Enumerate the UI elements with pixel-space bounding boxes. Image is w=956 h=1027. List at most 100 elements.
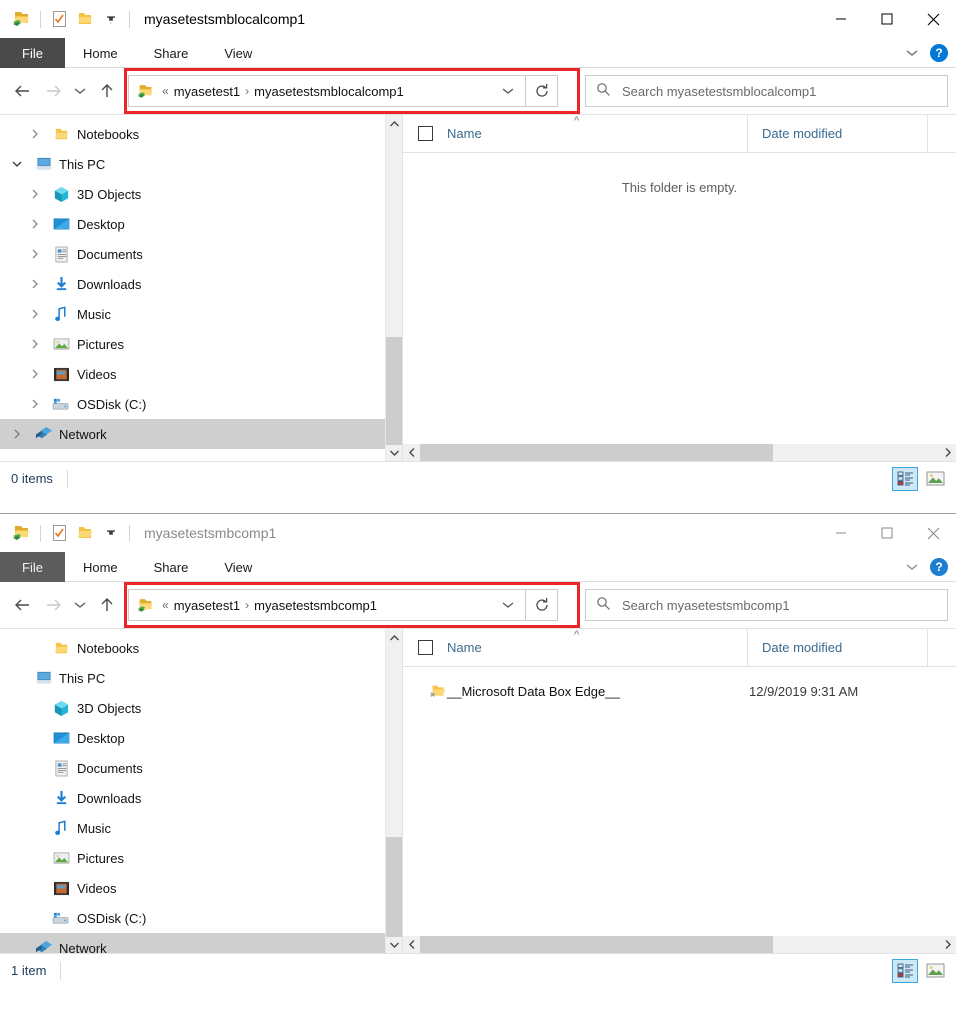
- sidebar-item-this-pc[interactable]: This PC: [0, 663, 402, 693]
- scroll-up-icon[interactable]: [386, 115, 402, 132]
- table-row[interactable]: __Microsoft Data Box Edge__ 12/9/2019 9:…: [403, 677, 956, 705]
- tab-share[interactable]: Share: [136, 38, 207, 68]
- hscroll-thumb[interactable]: [420, 444, 773, 461]
- breadcrumb-overflow[interactable]: «: [157, 84, 174, 98]
- breadcrumb-item-1[interactable]: myasetestsmbcomp1: [254, 598, 377, 613]
- sidebar-item-3d-objects[interactable]: 3D Objects: [0, 693, 402, 723]
- scroll-right-icon[interactable]: [939, 447, 956, 458]
- hscroll-track[interactable]: [420, 444, 939, 461]
- address-dropdown-icon[interactable]: [495, 600, 521, 610]
- sidebar-item-videos[interactable]: Videos: [0, 359, 402, 389]
- recent-locations-chevron-icon[interactable]: [68, 75, 92, 107]
- close-icon[interactable]: [910, 514, 956, 552]
- refresh-icon[interactable]: [526, 75, 558, 107]
- sidebar-item-downloads[interactable]: Downloads: [0, 269, 402, 299]
- chevron-right-icon[interactable]: [22, 128, 48, 140]
- forward-arrow-icon[interactable]: [38, 589, 68, 621]
- scroll-left-icon[interactable]: [403, 447, 420, 458]
- search-box[interactable]: Search myasetestsmbcomp1: [585, 589, 948, 621]
- back-arrow-icon[interactable]: [8, 75, 38, 107]
- new-folder-icon[interactable]: [72, 521, 98, 545]
- details-view-icon[interactable]: [892, 466, 918, 491]
- tab-file[interactable]: File: [0, 38, 65, 68]
- column-header-date-modified[interactable]: Date modified: [747, 628, 927, 667]
- chevron-right-icon[interactable]: [22, 308, 48, 320]
- file-list-horizontal-scrollbar[interactable]: [403, 444, 956, 461]
- minimize-icon[interactable]: [818, 0, 864, 38]
- help-button[interactable]: ?: [930, 44, 948, 62]
- minimize-icon[interactable]: [818, 514, 864, 552]
- tab-home[interactable]: Home: [65, 38, 136, 68]
- tab-share[interactable]: Share: [136, 552, 207, 582]
- scrollbar-thumb[interactable]: [386, 837, 402, 937]
- sidebar-item-network[interactable]: Network: [0, 419, 402, 449]
- properties-checkbox-icon[interactable]: [46, 521, 72, 545]
- tab-view[interactable]: View: [206, 38, 270, 68]
- breadcrumb-item-0[interactable]: myasetest1: [174, 598, 240, 613]
- tab-home[interactable]: Home: [65, 552, 136, 582]
- chevron-down-icon[interactable]: [904, 46, 920, 61]
- details-view-icon[interactable]: [892, 958, 918, 983]
- close-icon[interactable]: [910, 0, 956, 38]
- sidebar-item-notebooks[interactable]: Notebooks: [0, 119, 402, 149]
- search-box[interactable]: Search myasetestsmblocalcomp1: [585, 75, 948, 107]
- breadcrumb-separator-0[interactable]: ›: [240, 84, 254, 98]
- sidebar-item-music[interactable]: Music: [0, 299, 402, 329]
- chevron-right-icon[interactable]: [22, 278, 48, 290]
- network-folder-icon[interactable]: [9, 521, 35, 545]
- column-header-date-modified[interactable]: Date modified: [747, 114, 927, 153]
- chevron-right-icon[interactable]: [22, 368, 48, 380]
- address-bar[interactable]: « myasetest1 › myasetestsmblocalcomp1: [128, 75, 526, 107]
- maximize-icon[interactable]: [864, 514, 910, 552]
- scrollbar-thumb[interactable]: [386, 337, 402, 445]
- sidebar-item-documents[interactable]: Documents: [0, 239, 402, 269]
- customize-qat-dropdown-icon[interactable]: [98, 521, 124, 545]
- tab-view[interactable]: View: [206, 552, 270, 582]
- chevron-right-icon[interactable]: [22, 338, 48, 350]
- breadcrumb-overflow[interactable]: «: [157, 598, 174, 612]
- select-all-checkbox[interactable]: [403, 126, 447, 141]
- up-arrow-icon[interactable]: [92, 589, 122, 621]
- address-dropdown-icon[interactable]: [495, 86, 521, 96]
- scroll-right-icon[interactable]: [939, 939, 956, 950]
- customize-qat-dropdown-icon[interactable]: [98, 7, 124, 31]
- column-header-name[interactable]: Name: [447, 115, 747, 153]
- chevron-down-icon[interactable]: [904, 560, 920, 575]
- properties-checkbox-icon[interactable]: [46, 7, 72, 31]
- hscroll-track[interactable]: [420, 936, 939, 953]
- sidebar-item-desktop[interactable]: Desktop: [0, 209, 402, 239]
- select-all-checkbox[interactable]: [403, 640, 447, 655]
- sidebar-item-osdisk[interactable]: OSDisk (C:): [0, 903, 402, 933]
- sidebar-item-notebooks[interactable]: Notebooks: [0, 633, 402, 663]
- scroll-left-icon[interactable]: [403, 939, 420, 950]
- network-folder-icon[interactable]: [9, 7, 35, 31]
- back-arrow-icon[interactable]: [8, 589, 38, 621]
- navpane-vertical-scrollbar[interactable]: [385, 115, 402, 461]
- help-button[interactable]: ?: [930, 558, 948, 576]
- maximize-icon[interactable]: [864, 0, 910, 38]
- navpane-vertical-scrollbar[interactable]: [385, 629, 402, 953]
- forward-arrow-icon[interactable]: [38, 75, 68, 107]
- breadcrumb-item-1[interactable]: myasetestsmblocalcomp1: [254, 84, 404, 99]
- recent-locations-chevron-icon[interactable]: [68, 589, 92, 621]
- file-list-horizontal-scrollbar[interactable]: [403, 936, 956, 953]
- sidebar-item-3d-objects[interactable]: 3D Objects: [0, 179, 402, 209]
- sidebar-item-desktop[interactable]: Desktop: [0, 723, 402, 753]
- chevron-right-icon[interactable]: [22, 398, 48, 410]
- tab-file[interactable]: File: [0, 552, 65, 582]
- refresh-icon[interactable]: [526, 589, 558, 621]
- sidebar-item-videos[interactable]: Videos: [0, 873, 402, 903]
- sidebar-item-downloads[interactable]: Downloads: [0, 783, 402, 813]
- up-arrow-icon[interactable]: [92, 75, 122, 107]
- large-icons-view-icon[interactable]: [922, 467, 948, 491]
- hscroll-thumb[interactable]: [420, 936, 773, 953]
- breadcrumb-separator-0[interactable]: ›: [240, 598, 254, 612]
- chevron-right-icon[interactable]: [4, 428, 30, 440]
- sidebar-item-music[interactable]: Music: [0, 813, 402, 843]
- scroll-down-icon[interactable]: [386, 444, 402, 461]
- sidebar-item-pictures[interactable]: Pictures: [0, 329, 402, 359]
- scroll-down-icon[interactable]: [386, 936, 402, 953]
- sidebar-item-pictures[interactable]: Pictures: [0, 843, 402, 873]
- large-icons-view-icon[interactable]: [922, 959, 948, 983]
- scroll-up-icon[interactable]: [386, 629, 402, 646]
